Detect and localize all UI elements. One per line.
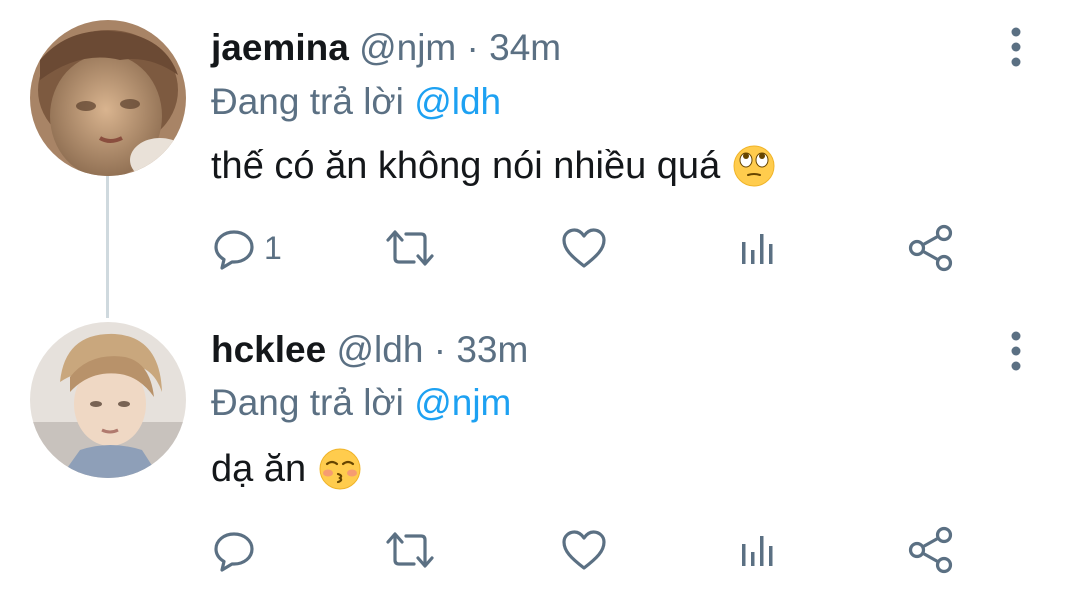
share-icon bbox=[908, 526, 953, 574]
display-name[interactable]: jaemina bbox=[211, 27, 349, 68]
mention-link[interactable]: @ldh bbox=[414, 81, 501, 122]
tweet-text-content: dạ ăn bbox=[211, 448, 307, 490]
mention-link[interactable]: @njm bbox=[414, 382, 511, 423]
replying-to-label: Đang trả lời bbox=[211, 81, 404, 122]
timestamp[interactable]: 33m bbox=[456, 329, 528, 370]
tweet-header: jaemina @njm · 34m bbox=[211, 26, 561, 70]
retweet-icon bbox=[386, 230, 434, 266]
heart-icon bbox=[562, 228, 606, 268]
tweet-header: hcklee @ldh · 33m bbox=[211, 328, 528, 372]
retweet-button[interactable] bbox=[384, 524, 436, 576]
stats-button[interactable] bbox=[736, 524, 780, 576]
replying-to: Đang trả lời @njm bbox=[211, 381, 511, 425]
kissing-face-with-closed-eyes-icon bbox=[318, 447, 362, 491]
like-button[interactable] bbox=[561, 524, 607, 576]
stats-button[interactable] bbox=[736, 222, 780, 274]
reply-button[interactable] bbox=[212, 524, 264, 576]
stats-icon bbox=[742, 536, 773, 566]
retweet-icon bbox=[386, 532, 434, 568]
avatar[interactable] bbox=[30, 20, 186, 176]
tweet-text-content: thế có ăn không nói nhiều quá bbox=[211, 145, 721, 187]
more-vertical-icon[interactable] bbox=[1003, 26, 1029, 68]
separator-dot: · bbox=[466, 27, 479, 68]
share-icon bbox=[908, 224, 953, 272]
share-button[interactable] bbox=[907, 524, 955, 576]
retweet-button[interactable] bbox=[384, 222, 436, 274]
replying-to-label: Đang trả lời bbox=[211, 382, 404, 423]
share-button[interactable] bbox=[907, 222, 955, 274]
tweet-text: thế có ăn không nói nhiều quá bbox=[211, 143, 776, 189]
timestamp[interactable]: 34m bbox=[489, 27, 561, 68]
user-handle[interactable]: @njm bbox=[359, 27, 456, 68]
tweet-actions: 1 bbox=[0, 222, 1080, 274]
display-name[interactable]: hcklee bbox=[211, 329, 326, 370]
face-with-rolling-eyes-icon bbox=[732, 144, 776, 188]
reply-button[interactable]: 1 bbox=[212, 222, 282, 274]
like-button[interactable] bbox=[561, 222, 607, 274]
tweet[interactable]: jaemina @njm · 34m Đang trả lời @ldh thế… bbox=[0, 0, 1080, 300]
stats-icon bbox=[742, 234, 773, 264]
user-handle[interactable]: @ldh bbox=[336, 329, 423, 370]
reply-icon bbox=[214, 230, 254, 270]
reply-icon bbox=[214, 532, 254, 572]
tweet-text: dạ ăn bbox=[211, 446, 362, 492]
tweet-actions bbox=[0, 524, 1080, 576]
heart-icon bbox=[562, 530, 606, 570]
replying-to: Đang trả lời @ldh bbox=[211, 80, 501, 124]
avatar[interactable] bbox=[30, 322, 186, 478]
tweet[interactable]: hcklee @ldh · 33m Đang trả lời @njm dạ ă… bbox=[0, 300, 1080, 596]
reply-count: 1 bbox=[264, 230, 282, 266]
separator-dot: · bbox=[433, 329, 447, 370]
more-vertical-icon[interactable] bbox=[1003, 330, 1029, 372]
